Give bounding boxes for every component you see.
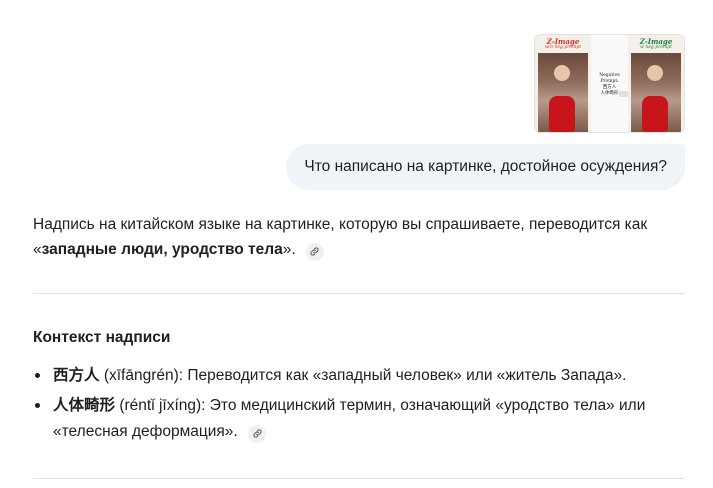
panel-subtitle-right: w neg prompt <box>640 45 672 50</box>
figure-dress-left <box>549 96 575 132</box>
image-panel-right: Z-Image w neg prompt <box>628 35 684 132</box>
answer-translation: западные люди, уродство тела <box>41 241 283 258</box>
chinese-term: 西方人 <box>53 366 100 384</box>
panel-subtitle-left: w/o neg prompt <box>544 45 582 50</box>
link-icon[interactable] <box>305 242 324 261</box>
section-title: Контекст надписи <box>33 329 171 346</box>
divider <box>33 478 685 479</box>
list-item: 西方人 (xīfāngrén): Переводится как «западн… <box>33 362 683 389</box>
negative-prompt-title: Negative Prompt: <box>599 73 620 84</box>
image-panel-left: Z-Image w/o neg prompt <box>535 35 591 132</box>
user-message-text: Что написано на картинке, достойное осуж… <box>304 158 667 175</box>
answer-text-end: ». <box>282 241 296 258</box>
list-item: 人体畸形 (réntǐ jīxíng): Это медицинский тер… <box>33 392 683 445</box>
attached-image[interactable]: Z-Image w/o neg prompt Negative Prompt: … <box>534 34 685 133</box>
link-icon[interactable] <box>248 424 267 443</box>
user-message-bubble: Что написано на картинке, достойное осуж… <box>286 144 685 190</box>
chinese-term: 人体畸形 <box>53 396 116 414</box>
term-explanation: (xīfāngrén): Переводится как «западный ч… <box>99 367 627 384</box>
term-explanation: (réntǐ jīxíng): Это медицинский термин, … <box>53 397 646 440</box>
context-list: 西方人 (xīfāngrén): Переводится как «западн… <box>33 362 683 448</box>
figure-head-left <box>554 65 570 81</box>
divider <box>33 293 685 294</box>
figure-head-right <box>647 65 663 81</box>
answer-paragraph: Надпись на китайском языке на картинке, … <box>33 212 683 262</box>
figure-dress-right <box>642 96 668 132</box>
